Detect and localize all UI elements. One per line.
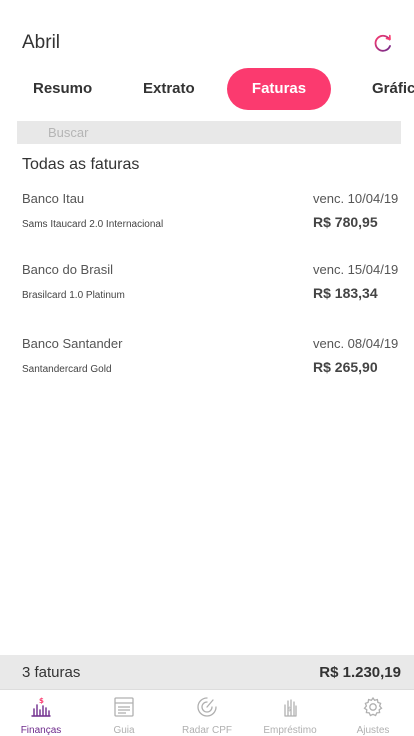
invoice-count: 3 faturas [22, 664, 81, 681]
refresh-icon[interactable] [373, 33, 393, 53]
bank-name: Banco do Brasil [22, 262, 114, 277]
nav-label: Radar CPF [181, 725, 232, 736]
nav-label: Guia [113, 725, 135, 736]
invoice-amount: R$ 265,90 [313, 359, 378, 375]
due-date: venc. 10/04/19 [313, 191, 399, 206]
svg-text:$: $ [39, 697, 44, 705]
guide-icon [113, 696, 135, 718]
invoice-amount: R$ 780,95 [313, 214, 378, 230]
bank-name: Banco Santander [22, 336, 123, 351]
search-input[interactable] [17, 121, 401, 144]
page-title: Abril [22, 32, 61, 53]
svg-text:$: $ [288, 706, 292, 713]
due-date: venc. 08/04/19 [313, 336, 399, 351]
gear-icon [362, 696, 384, 718]
finance-chart-icon: $ [30, 696, 52, 718]
nav-label: Ajustes [356, 725, 390, 736]
bottom-navigation: $ Finanças Guia Radar CPF $ Empréstimo A… [0, 689, 414, 736]
nav-financas[interactable]: $ Finanças [0, 690, 82, 736]
due-date: venc. 15/04/19 [313, 262, 399, 277]
card-name: Santandercard Gold [22, 364, 112, 375]
invoice-row[interactable]: Banco Santander Santandercard Gold venc.… [0, 336, 414, 396]
totals-footer: 3 faturas R$ 1.230,19 [0, 655, 414, 689]
nav-guia[interactable]: Guia [83, 690, 165, 736]
invoice-total: R$ 1.230,19 [319, 664, 401, 681]
nav-label: Finanças [20, 725, 62, 736]
hand-money-icon: $ [279, 696, 301, 718]
search-bar [17, 121, 401, 144]
radar-icon [196, 696, 218, 718]
tab-bar: Resumo Extrato Faturas Gráfic [0, 68, 414, 112]
tab-extrato[interactable]: Extrato [143, 68, 195, 110]
nav-radar-cpf[interactable]: Radar CPF [166, 690, 248, 736]
nav-label: Empréstimo [263, 725, 317, 736]
card-name: Brasilcard 1.0 Platinum [22, 290, 125, 301]
nav-ajustes[interactable]: Ajustes [332, 690, 414, 736]
invoice-row[interactable]: Banco do Brasil Brasilcard 1.0 Platinum … [0, 262, 414, 322]
tab-resumo[interactable]: Resumo [33, 68, 92, 110]
card-name: Sams Itaucard 2.0 Internacional [22, 219, 164, 230]
tab-graficos[interactable]: Gráfic [372, 68, 414, 110]
invoice-row[interactable]: Banco Itau Sams Itaucard 2.0 Internacion… [0, 191, 414, 251]
tab-faturas[interactable]: Faturas [227, 68, 331, 110]
nav-emprestimo[interactable]: $ Empréstimo [249, 690, 331, 736]
section-title: Todas as faturas [22, 156, 140, 173]
header: Abril [0, 0, 414, 68]
invoice-amount: R$ 183,34 [313, 285, 378, 301]
bank-name: Banco Itau [22, 191, 85, 206]
